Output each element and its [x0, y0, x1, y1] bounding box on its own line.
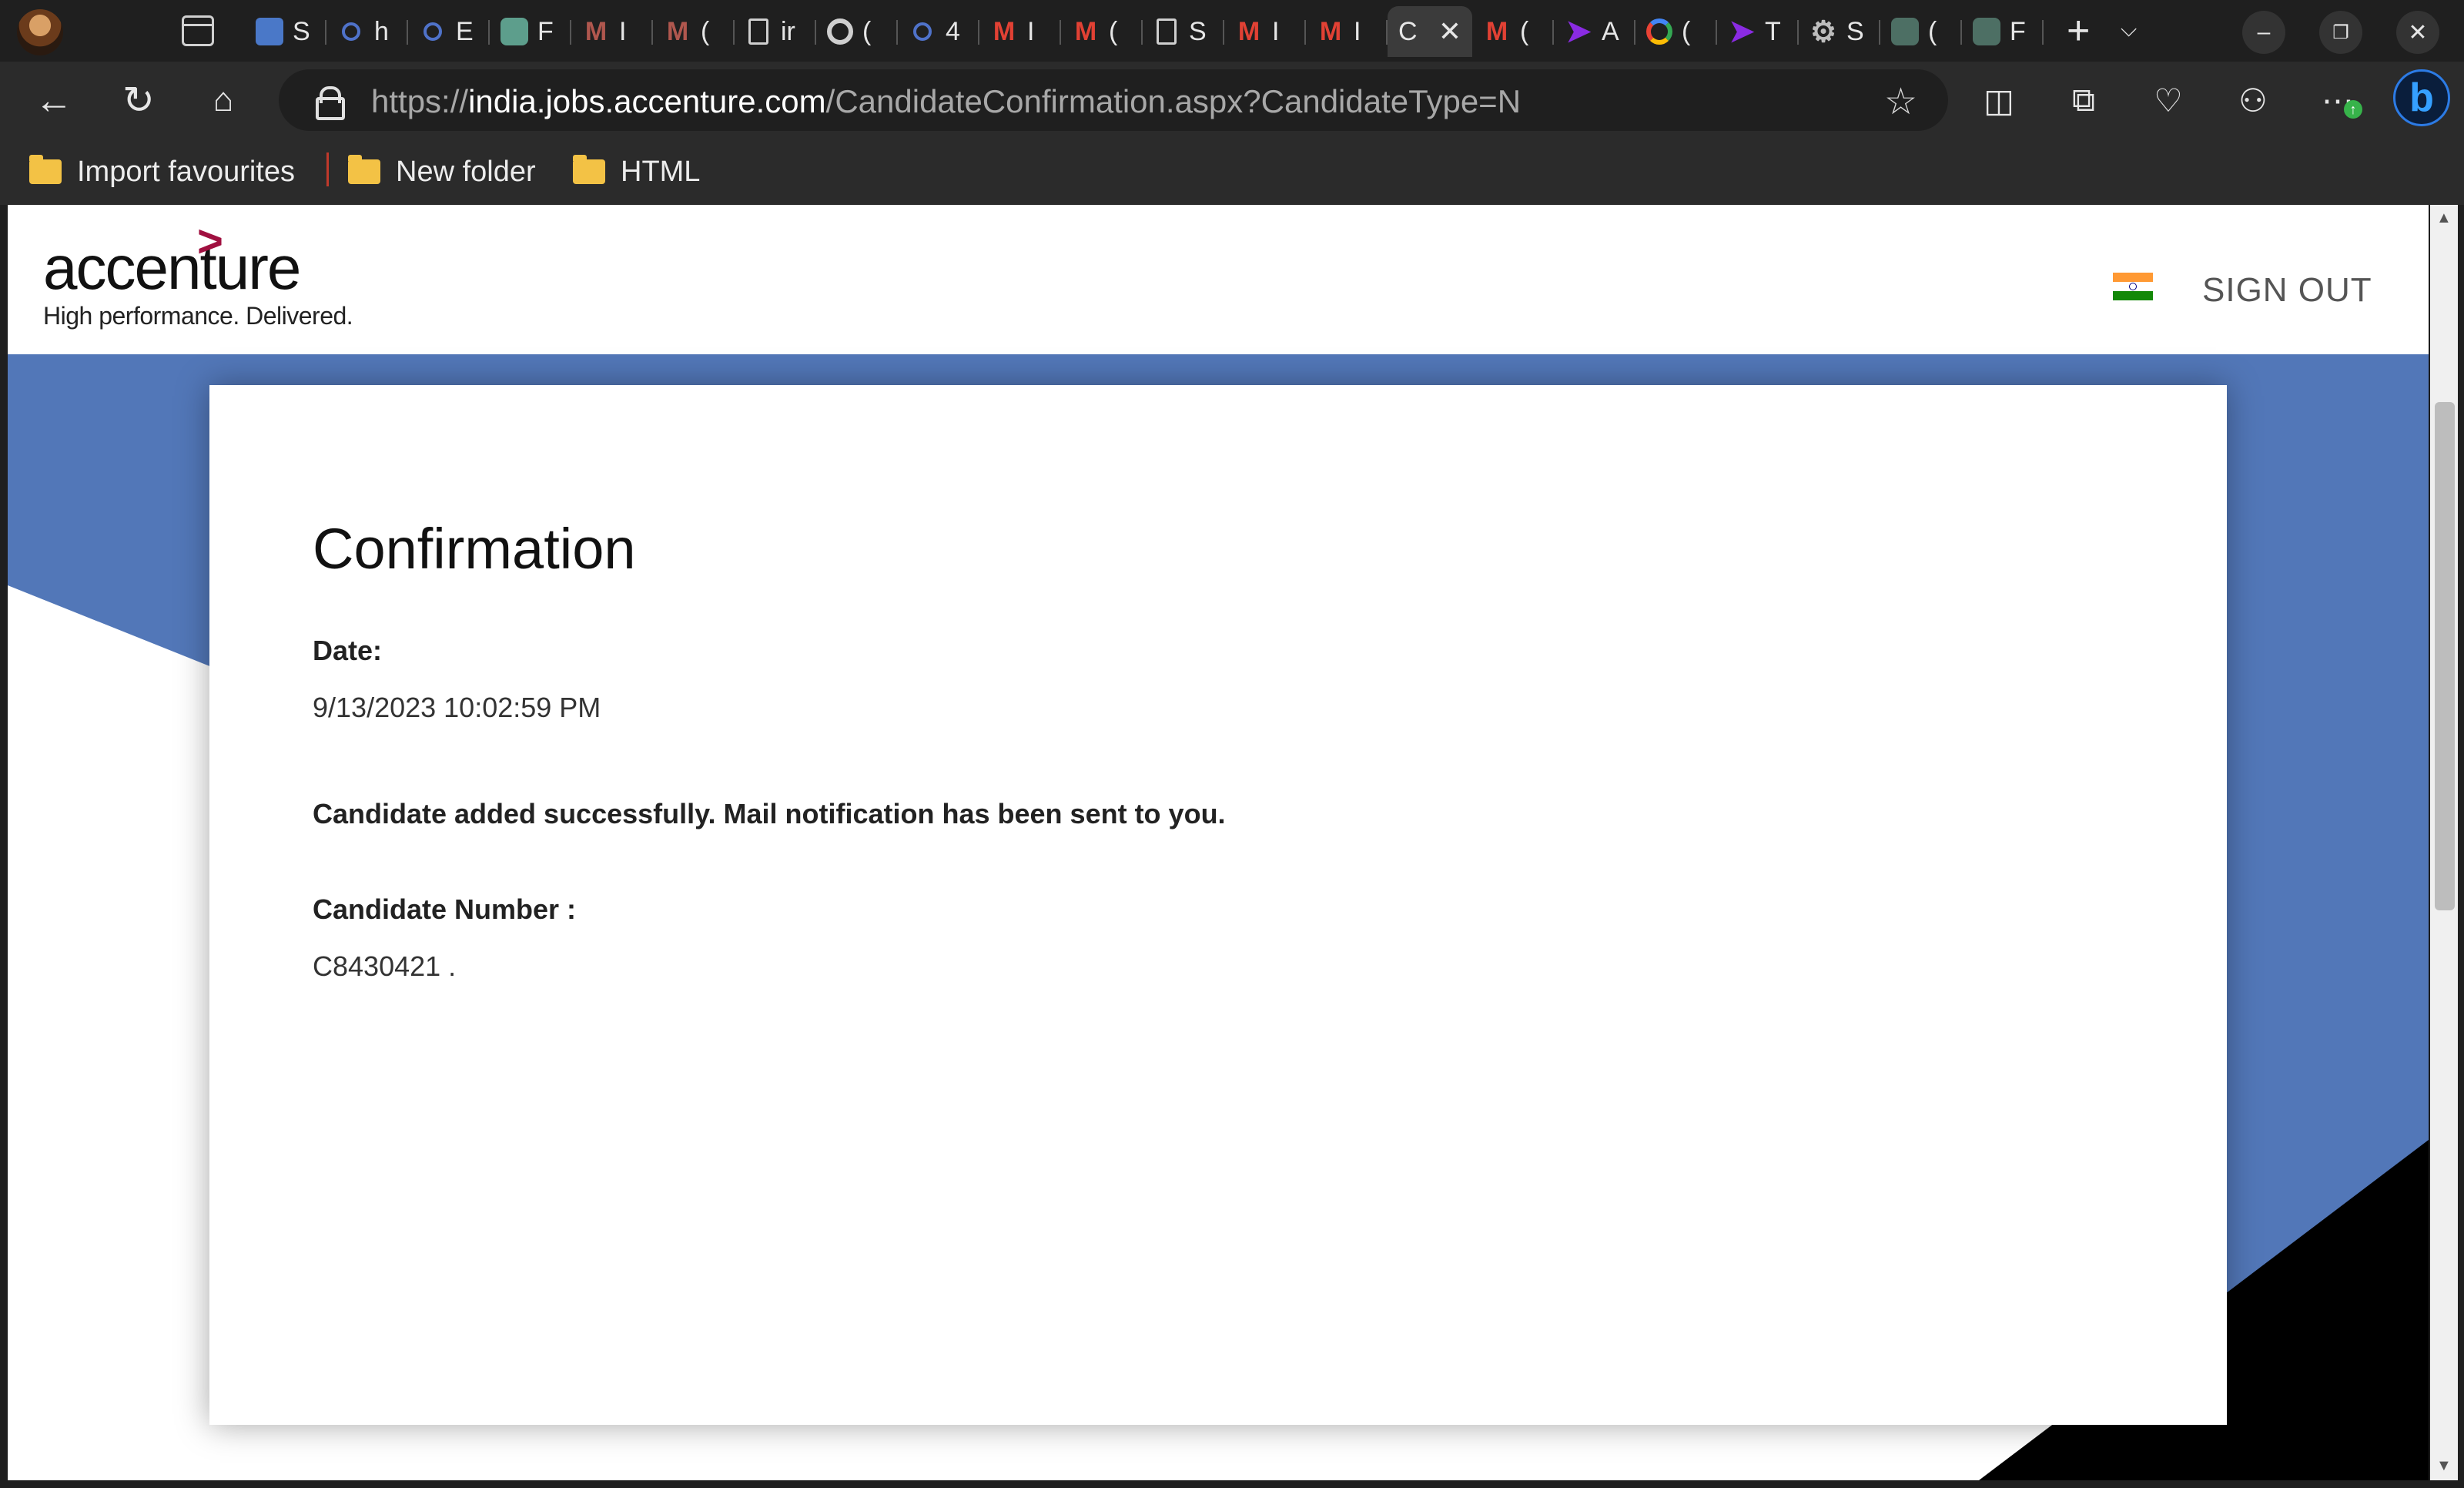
success-message: Candidate added successfully. Mail notif…: [313, 798, 1226, 829]
gmail-icon: M: [1485, 16, 1508, 46]
tab[interactable]: M(: [653, 6, 735, 57]
tab-actions-icon[interactable]: [182, 15, 214, 46]
arrow-icon: ➤: [1565, 15, 1592, 49]
file-icon: [748, 18, 768, 45]
arrow-icon: ➤: [1729, 15, 1755, 49]
gear-icon: ⚙: [1810, 15, 1837, 49]
favourite-new-folder[interactable]: New folder: [348, 151, 536, 193]
google-icon: [827, 18, 853, 45]
tab[interactable]: S: [1143, 6, 1224, 57]
tab[interactable]: ir: [735, 6, 816, 57]
close-tab-icon[interactable]: ✕: [1438, 15, 1461, 48]
minimize-icon[interactable]: –: [2242, 11, 2285, 54]
gmail-icon: M: [1237, 16, 1260, 46]
favourite-html[interactable]: HTML: [573, 151, 700, 193]
favourites-divider: [326, 152, 329, 186]
search-icon: [424, 22, 442, 41]
bing-copilot-icon[interactable]: b: [2393, 69, 2450, 126]
tab[interactable]: ➤ A: [1554, 6, 1635, 57]
india-flag-icon[interactable]: [2113, 273, 2153, 300]
candidate-number-value: C8430421 .: [313, 950, 457, 982]
page-viewport: > accenture High performance. Delivered.…: [8, 205, 2429, 1480]
tab[interactable]: MI: [979, 6, 1061, 57]
favorite-star-icon[interactable]: ☆: [1884, 80, 1917, 123]
tab[interactable]: h: [326, 6, 408, 57]
scroll-down-icon[interactable]: ▼: [2436, 1457, 2452, 1475]
tab-strip: S h E F MI M( ir ( 4 MI M( S MI MI C ✕ M(…: [0, 0, 2464, 62]
tab[interactable]: (: [1880, 6, 1962, 57]
candidate-number-label: Candidate Number :: [313, 893, 577, 925]
gmail-icon: M: [666, 16, 689, 46]
new-tab-icon[interactable]: +: [2067, 8, 2090, 54]
split-screen-icon[interactable]: ◫: [1976, 77, 2022, 123]
browser-toolbar: ← ↻ ⌂ https://india.jobs.accenture.com/C…: [0, 62, 2464, 139]
collections-icon[interactable]: ⧉: [2061, 77, 2107, 123]
tab[interactable]: M(: [1472, 6, 1554, 57]
tab-active[interactable]: C ✕: [1388, 6, 1472, 57]
restore-icon[interactable]: ❐: [2319, 11, 2362, 54]
gmail-icon: M: [993, 16, 1016, 46]
reload-icon[interactable]: ↻: [116, 77, 162, 123]
favourites-bar: Import favourites New folder HTML: [0, 139, 2464, 205]
date-label: Date:: [313, 635, 383, 666]
tab[interactable]: E: [408, 6, 490, 57]
search-icon: [913, 22, 932, 41]
tab[interactable]: MI: [1224, 6, 1306, 57]
folder-icon: [348, 155, 380, 184]
google-icon: [1646, 18, 1672, 45]
home-icon[interactable]: ⌂: [200, 77, 246, 123]
scroll-up-icon[interactable]: ▲: [2436, 209, 2452, 227]
favourite-import[interactable]: Import favourites: [29, 151, 295, 193]
update-badge-icon: ↑: [2344, 100, 2362, 119]
search-icon: [342, 22, 360, 41]
tab[interactable]: M(: [1061, 6, 1143, 57]
url-text[interactable]: https://india.jobs.accenture.com/Candida…: [371, 83, 1521, 120]
chatgpt-icon: [500, 18, 528, 45]
tab[interactable]: ⚙ S: [1799, 6, 1880, 57]
folder-icon: [573, 155, 605, 184]
tab[interactable]: F: [1962, 6, 2044, 57]
docs-icon: [256, 18, 283, 45]
tab[interactable]: MI: [571, 6, 653, 57]
chatgpt-icon: [1973, 18, 2000, 45]
import-folder-icon: [29, 155, 62, 184]
chatgpt-icon: [1891, 18, 1919, 45]
tab[interactable]: MI: [1306, 6, 1388, 57]
accenture-logo[interactable]: > accenture High performance. Delivered.: [43, 216, 353, 330]
close-window-icon[interactable]: ✕: [2396, 11, 2439, 54]
scroll-thumb[interactable]: [2435, 402, 2455, 910]
page-scrollbar[interactable]: ▲ ▼: [2430, 205, 2458, 1480]
gmail-icon: M: [584, 16, 608, 46]
logo-chevron-icon: >: [197, 216, 223, 266]
confirmation-card: Confirmation Date: 9/13/2023 10:02:59 PM…: [209, 385, 2227, 1425]
sign-out-link[interactable]: SIGN OUT: [2202, 271, 2372, 310]
tab[interactable]: (: [816, 6, 898, 57]
extensions-icon[interactable]: ⚇: [2230, 77, 2276, 123]
date-value: 9/13/2023 10:02:59 PM: [313, 692, 601, 723]
file-icon: [1157, 18, 1177, 45]
lock-icon[interactable]: [316, 86, 345, 120]
site-header: > accenture High performance. Delivered.…: [8, 205, 2429, 354]
browser-essentials-icon[interactable]: ♡: [2145, 77, 2191, 123]
tab[interactable]: F: [490, 6, 571, 57]
page-title: Confirmation: [313, 517, 636, 581]
tabs: S h E F MI M( ir ( 4 MI M( S MI MI C ✕ M(…: [245, 6, 2044, 57]
tab[interactable]: S: [245, 6, 326, 57]
back-icon[interactable]: ←: [31, 77, 77, 123]
gmail-icon: M: [1074, 16, 1097, 46]
tab[interactable]: ➤ T: [1717, 6, 1799, 57]
profile-avatar[interactable]: [17, 9, 63, 55]
chevron-down-icon[interactable]: ⌵: [2121, 17, 2137, 42]
tab[interactable]: 4: [898, 6, 979, 57]
tab[interactable]: (: [1635, 6, 1717, 57]
address-bar[interactable]: https://india.jobs.accenture.com/Candida…: [279, 69, 1948, 131]
gmail-icon: M: [1319, 16, 1342, 46]
